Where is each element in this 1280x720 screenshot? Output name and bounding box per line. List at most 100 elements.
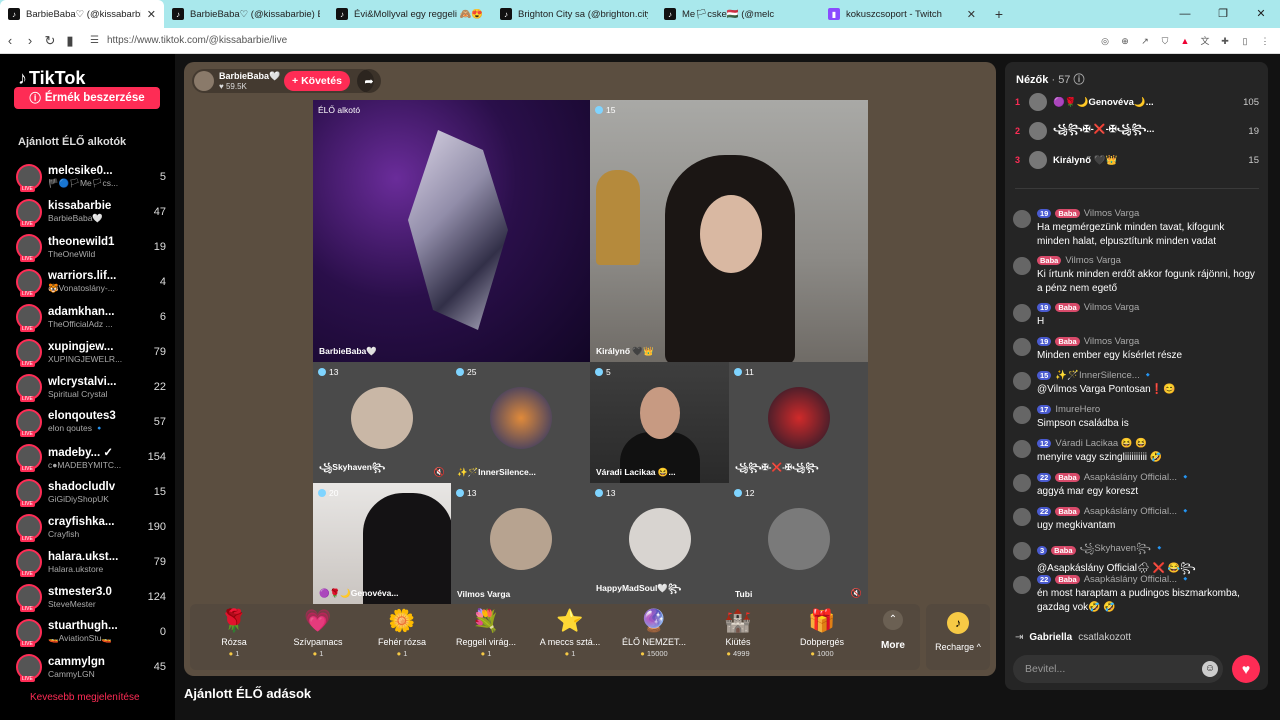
gift-item[interactable]: 🏰Kiütés4999 bbox=[696, 608, 780, 668]
top-viewer-row[interactable]: 3 Királynő 🖤👑 15 bbox=[1015, 148, 1259, 172]
heart-icon[interactable]: ♥ bbox=[1232, 655, 1260, 683]
sidebar-icon[interactable]: ▯ bbox=[1238, 34, 1252, 48]
share-page-icon[interactable]: ↗ bbox=[1138, 34, 1152, 48]
address-bar: ‹ › ↻ ▮ ☰ https://www.tiktok.com/@kissaba… bbox=[0, 28, 1280, 54]
forward-icon[interactable]: › bbox=[20, 33, 40, 48]
gift-item[interactable]: 🔮ÉLŐ NEMZET...15000 bbox=[612, 608, 696, 668]
creator-item[interactable]: theonewild1TheOneWild19 bbox=[16, 230, 166, 264]
creator-item[interactable]: madeby... ✓c●MADEBYMITC...154 bbox=[16, 440, 166, 474]
gift-item[interactable]: 💐Reggeli virág...1 bbox=[444, 608, 528, 668]
bookmark-icon[interactable]: ▮ bbox=[60, 33, 80, 49]
gift-item[interactable]: 🌼Fehér rózsa1 bbox=[360, 608, 444, 668]
avatar bbox=[1013, 474, 1031, 492]
guest-cell[interactable]: 20 🟣🌹🌙Genovéva... bbox=[313, 483, 451, 604]
viewers-header: Nézők · 57 ⓘ bbox=[1016, 74, 1085, 86]
tiktok-icon: ♪ bbox=[664, 8, 676, 20]
close-tab-icon[interactable]: ✕ bbox=[147, 8, 156, 21]
creator-item[interactable]: wlcrystalvi...Spiritual Crystal22 bbox=[16, 370, 166, 404]
url-field[interactable]: ☰ https://www.tiktok.com/@kissabarbie/liv… bbox=[90, 31, 890, 51]
gift-item[interactable]: 💗Szívpamacs1 bbox=[276, 608, 360, 668]
site-info-icon[interactable]: ☰ bbox=[90, 35, 99, 46]
follow-button[interactable]: + Követés bbox=[284, 71, 350, 91]
diamond-icon bbox=[456, 368, 464, 376]
avatar bbox=[1029, 151, 1047, 169]
guest-avatar bbox=[489, 386, 552, 449]
share-icon[interactable]: ➦ bbox=[357, 69, 381, 93]
browser-tab-bar: ♪ BarbieBaba♡ (@kissabarbie) ✕ ♪ BarbieBaba… bbox=[0, 0, 1280, 28]
browser-tab-1[interactable]: ♪ BarbieBaba♡ (@kissabarbie) ✕ bbox=[0, 0, 164, 28]
avatar bbox=[1013, 372, 1031, 390]
emoji-icon[interactable]: ☺ bbox=[1202, 661, 1218, 677]
diamond-icon bbox=[318, 368, 326, 376]
creator-item[interactable]: cammylgnCammyLGN45 bbox=[16, 650, 166, 684]
guest-cell[interactable]: 12 Tubi 🔇 bbox=[729, 483, 868, 604]
zoom-icon[interactable]: ⊕ bbox=[1118, 34, 1132, 48]
top-viewer-row[interactable]: 1 🟣🌹🌙Genovéva🌙... 105 bbox=[1015, 90, 1259, 114]
browser-tab-2[interactable]: ♪BarbieBaba♡ (@kissabarbie) ÉLŐ bbox=[164, 0, 328, 28]
creator-item[interactable]: kissabarbieBarbieBaba🤍47 bbox=[16, 195, 166, 229]
maximize-icon[interactable]: ❐ bbox=[1204, 0, 1242, 28]
recommended-lives-title: Ajánlott ÉLŐ adások bbox=[184, 686, 312, 701]
host-avatar[interactable] bbox=[194, 71, 214, 91]
avatar bbox=[1013, 338, 1031, 356]
creator-item[interactable]: xupingjew...XUPINGJEWELR...79 bbox=[16, 335, 166, 369]
gift-item[interactable]: 🌹Rózsa1 bbox=[192, 608, 276, 668]
guest-cell[interactable]: 13 HappyMadSoul🤍꧂ bbox=[590, 483, 729, 604]
browser-tab-5[interactable]: ♪ Me🏳cske🇭🇺 (@melc bbox=[656, 0, 820, 28]
guest-cell[interactable]: 13 ꧁Skyhaven꧂ 🔇 bbox=[313, 362, 451, 483]
close-tab-icon[interactable]: ✕ bbox=[967, 8, 976, 21]
creator-item[interactable]: melcsike0...🏴🔵🏳Me🏳cs...5 bbox=[16, 160, 166, 194]
puzzle-icon[interactable]: ✚ bbox=[1218, 34, 1232, 48]
new-tab-button[interactable]: + bbox=[984, 6, 1014, 22]
close-window-icon[interactable]: ✕ bbox=[1242, 0, 1280, 28]
creator-item[interactable]: elonqoutes3elon qoutes 🔹57 bbox=[16, 405, 166, 439]
creator-item[interactable]: stuarthugh...🚤AviationStu🚤0 bbox=[16, 615, 166, 649]
recharge-button[interactable]: ♪ Recharge ^ bbox=[926, 604, 990, 670]
menu-icon[interactable]: ⋮ bbox=[1258, 34, 1272, 48]
chat-messages[interactable]: 19 Baba Vilmos Varga Ha megmérgezünk minden… bbox=[1005, 190, 1268, 650]
see-less-link[interactable]: Kevesebb megjelenítése bbox=[30, 692, 140, 703]
info-icon[interactable]: ⓘ bbox=[1074, 74, 1085, 86]
avatar bbox=[16, 619, 42, 647]
creator-item[interactable]: adamkhan...TheOfficialAdz ...6 bbox=[16, 300, 166, 334]
more-gifts-button[interactable]: ⌃ More bbox=[878, 610, 908, 651]
shield-icon[interactable]: ⛉ bbox=[1158, 34, 1172, 48]
tiktok-logo[interactable]: ♪ TikTok bbox=[18, 68, 85, 89]
diamond-icon bbox=[734, 368, 742, 376]
reload-icon[interactable]: ↻ bbox=[40, 33, 60, 49]
browser-tab-4[interactable]: ♪Brighton City sa (@brighton.city) ÉLŐ bbox=[492, 0, 656, 28]
twitch-icon: ▮ bbox=[828, 8, 840, 20]
chat-input[interactable]: Bevitel... bbox=[1013, 655, 1223, 683]
creator-item[interactable]: stmester3.0SteveMester124 bbox=[16, 580, 166, 614]
cast-icon[interactable]: ◎ bbox=[1098, 34, 1112, 48]
guest-cell[interactable]: 15 Királynő 🖤👑 bbox=[590, 100, 868, 362]
guest-cell[interactable]: 25 ✨🪄InnerSilence... bbox=[451, 362, 590, 483]
tiktok-icon: ♪ bbox=[172, 8, 184, 20]
browser-tab-6[interactable]: ▮ kokuszcsoport - Twitch ✕ bbox=[820, 0, 984, 28]
creator-item[interactable]: shadocludlvGiGiDiyShopUK15 bbox=[16, 475, 166, 509]
gift-item[interactable]: 🎁Dobpergés1000 bbox=[780, 608, 864, 668]
guest-cell[interactable]: 5 Váradi Lacikaa 😆... bbox=[590, 362, 729, 483]
guest-cell-host[interactable]: ÉLŐ alkotó BarbieBaba🤍 bbox=[313, 100, 590, 362]
minimize-icon[interactable]: — bbox=[1166, 0, 1204, 28]
avatar bbox=[1013, 406, 1031, 424]
get-coins-button[interactable]: ⓘ Érmék beszerzése bbox=[14, 87, 160, 109]
guest-cell[interactable]: 11 ꧁꧂✠-❌-✠꧁꧂ bbox=[729, 362, 868, 483]
guest-cell[interactable]: 13 Vilmos Varga bbox=[451, 483, 590, 604]
browser-tab-3[interactable]: ♪Évi&Mollyval egy reggeli 🙈😍 (@m bbox=[328, 0, 492, 28]
join-notice: ⇥ Gabriella csatlakozott bbox=[1015, 632, 1132, 643]
diamond-icon bbox=[595, 489, 603, 497]
warning-icon[interactable]: ▲ bbox=[1178, 34, 1192, 48]
avatar bbox=[1029, 93, 1047, 111]
guest-avatar bbox=[767, 386, 830, 449]
gift-item[interactable]: ⭐A meccs sztá...1 bbox=[528, 608, 612, 668]
creator-item[interactable]: warriors.lif...🐯Vonatoslány-...4 bbox=[16, 265, 166, 299]
top-viewer-row[interactable]: 2 ꧁꧂✠-❌-✠꧁꧂... 19 bbox=[1015, 119, 1259, 143]
back-icon[interactable]: ‹ bbox=[0, 33, 20, 48]
drumroll-icon: 🎁 bbox=[808, 608, 836, 633]
creator-item[interactable]: crayfishka...Crayfish190 bbox=[16, 510, 166, 544]
guest-avatar bbox=[767, 507, 830, 570]
avatar bbox=[1013, 576, 1031, 594]
translate-icon[interactable]: 文 bbox=[1198, 34, 1212, 48]
creator-item[interactable]: halara.ukst...Halara.ukstore79 bbox=[16, 545, 166, 579]
